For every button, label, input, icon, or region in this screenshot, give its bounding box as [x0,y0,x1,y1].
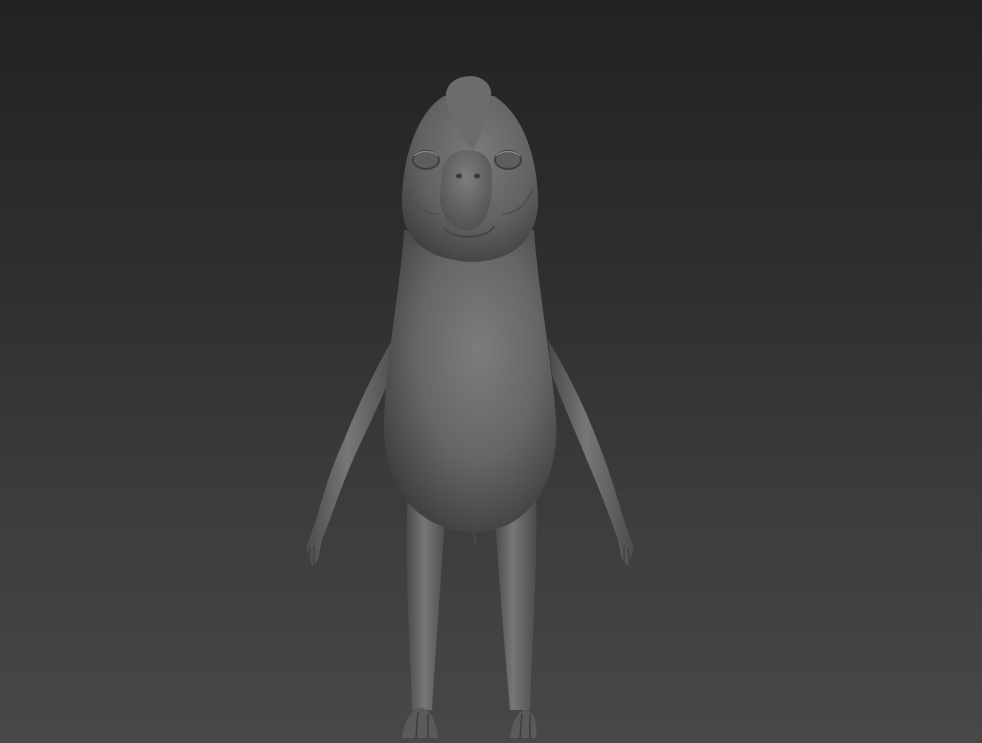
right-arm [548,340,634,566]
beak [440,150,492,231]
nostril-left [456,173,462,179]
nostril-right [474,173,480,179]
left-foot [402,708,438,738]
viewport-3d[interactable] [0,0,982,743]
body [383,230,557,533]
right-foot [510,710,537,738]
character-model[interactable] [0,0,982,743]
left-arm [306,330,398,566]
